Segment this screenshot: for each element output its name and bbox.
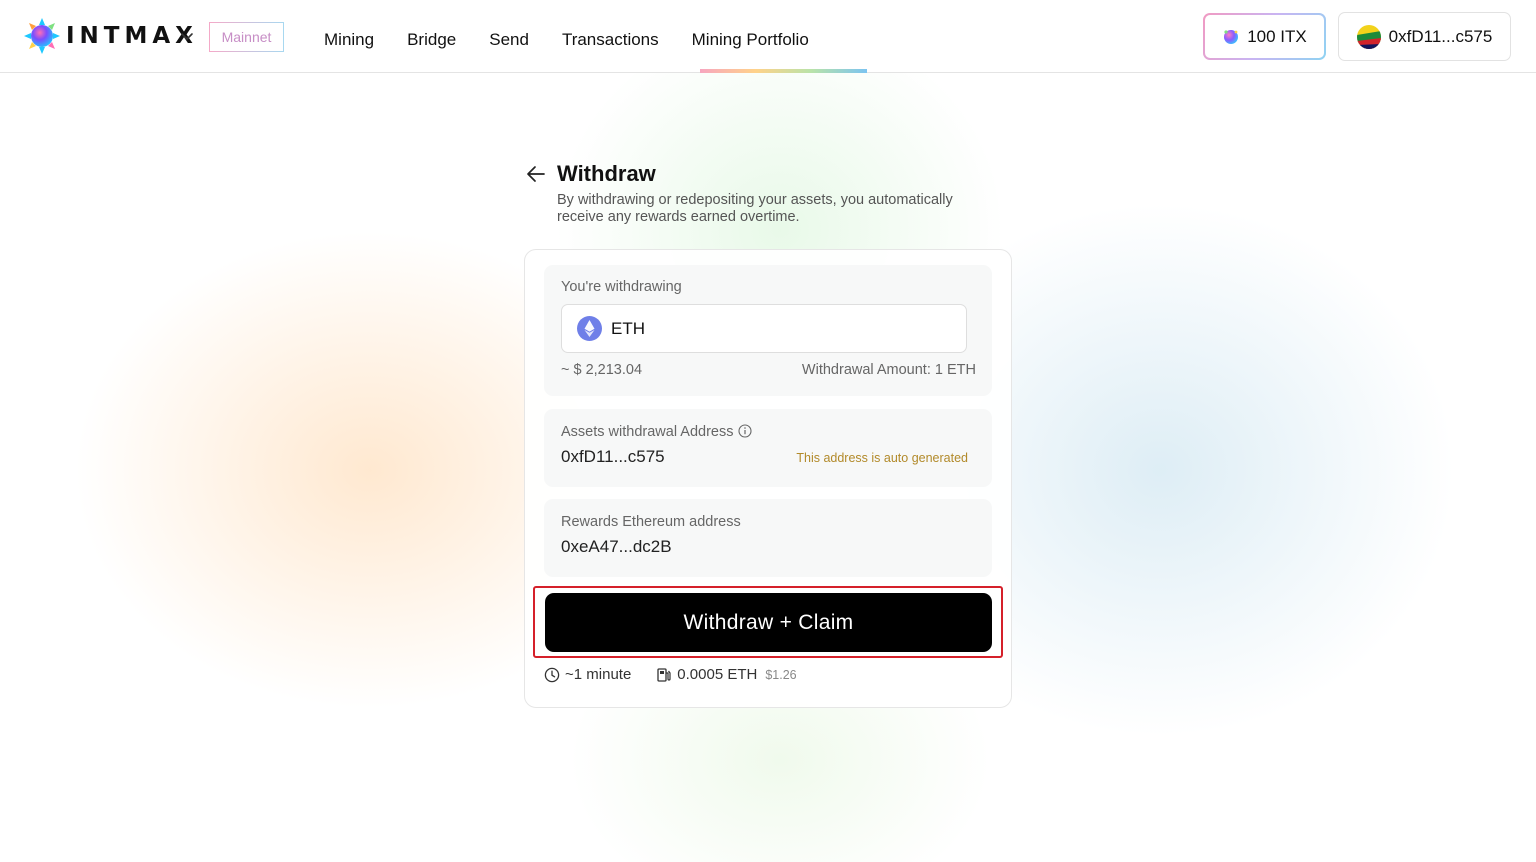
rewards-address-value: 0xeA47...dc2B — [561, 537, 672, 556]
withdrawal-amount: Withdrawal Amount: 1 ETH — [801, 362, 976, 378]
usd-value: ~ $ 2,213.04 — [561, 362, 643, 378]
rewards-address-section: Rewards Ethereum address 0xeA47...dc2B — [544, 499, 992, 577]
auto-generated-note: This address is auto generated — [796, 451, 968, 465]
wallet-avatar-icon — [1356, 24, 1381, 49]
assets-address-label: Assets withdrawal Address — [561, 424, 753, 440]
page-subtitle: By withdrawing or redepositing your asse… — [557, 192, 953, 225]
estimated-time: ~1 minute — [565, 666, 632, 683]
assets-address-label-text: Assets withdrawal Address — [561, 424, 734, 440]
withdraw-token-section: You're withdrawing ETH ~ $ 2,213.04 With… — [544, 265, 992, 396]
wallet-address-label: 0xfD11...c575 — [1388, 26, 1493, 46]
withdrawing-label: You're withdrawing — [561, 279, 682, 295]
assets-address-value: 0xfD11...c575 — [561, 447, 665, 466]
network-badge[interactable]: Mainnet — [209, 22, 284, 52]
transaction-meta: ~1 minute 0.0005 ETH $1.26 — [544, 666, 797, 683]
top-navigation-bar: INTMAX Mainnet Mining Bridge Send Transa… — [0, 0, 1536, 73]
intmax-logo[interactable]: INTMAX — [24, 18, 198, 54]
main-nav: Mining Bridge Send Transactions Mining P… — [324, 29, 842, 51]
wallet-account-button[interactable]: 0xfD11...c575 — [1338, 12, 1511, 61]
network-fee-usd: $1.26 — [765, 667, 797, 682]
nav-item-transactions[interactable]: Transactions — [562, 29, 659, 51]
itx-balance-label: 100 ITX — [1247, 26, 1307, 46]
itx-token-icon — [1224, 29, 1239, 44]
token-name: ETH — [611, 318, 645, 338]
info-icon[interactable] — [738, 424, 753, 438]
nav-item-bridge[interactable]: Bridge — [407, 29, 456, 51]
withdraw-claim-button[interactable]: Withdraw + Claim — [545, 593, 992, 652]
token-selector[interactable]: ETH — [561, 304, 967, 353]
gas-pump-icon — [657, 667, 671, 682]
arrow-left-icon[interactable] — [526, 165, 546, 183]
rewards-address-label: Rewards Ethereum address — [561, 514, 741, 530]
nav-item-mining[interactable]: Mining — [324, 29, 374, 51]
assets-address-section: Assets withdrawal Address 0xfD11...c575 … — [544, 409, 992, 487]
page-title: Withdraw — [557, 161, 656, 186]
nav-item-mining-portfolio[interactable]: Mining Portfolio — [692, 29, 809, 51]
itx-balance-button[interactable]: 100 ITX — [1203, 13, 1326, 60]
chevron-down-icon[interactable] — [178, 27, 196, 45]
active-tab-indicator — [700, 69, 867, 73]
clock-icon — [544, 667, 560, 682]
network-fee: 0.0005 ETH — [677, 666, 758, 683]
nav-item-send[interactable]: Send — [489, 29, 529, 51]
eth-icon — [577, 316, 602, 341]
intmax-logo-icon — [24, 18, 60, 54]
